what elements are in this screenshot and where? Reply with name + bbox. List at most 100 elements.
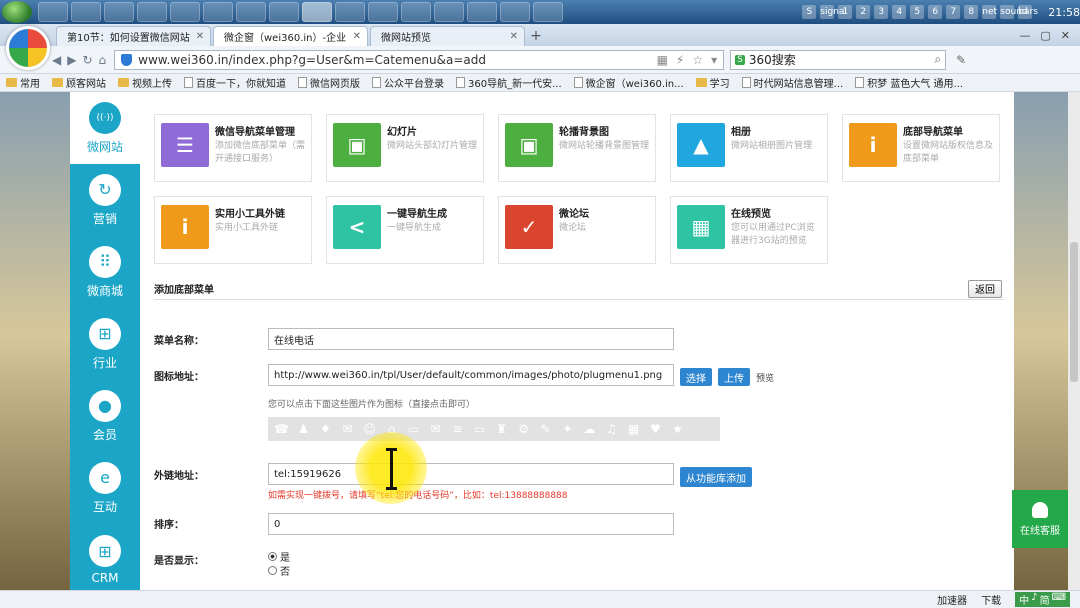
feature-card[interactable]: ▣ 轮播背景图 微网站轮播背景图管理 [498, 114, 656, 182]
bookmark-item[interactable]: 视频上传 [118, 75, 172, 90]
bookmark-item[interactable]: 百度一下，你就知道 [184, 75, 286, 90]
select-button[interactable]: 选择 [680, 368, 712, 386]
refresh-icon[interactable]: ↻ [82, 53, 92, 67]
chat-taskbar-icon[interactable] [104, 2, 134, 22]
browser-logo-icon[interactable] [6, 26, 50, 70]
ime-toolbar[interactable]: 中 ♪ 简 ⌨ [1015, 592, 1070, 607]
feature-card[interactable]: i 底部导航菜单 设置微网站版权信息及底部菜单 [842, 114, 1000, 182]
tray-net-icon[interactable]: net [982, 5, 997, 19]
ime-item[interactable]: 简 [1040, 592, 1050, 607]
sidebar-item-windows[interactable]: ⊞ 行业 [70, 308, 140, 380]
tray-2-icon[interactable]: 2 [856, 5, 871, 19]
tray-6-icon[interactable]: 6 [928, 5, 943, 19]
feature-card[interactable]: < 一键导航生成 一键导航生成 [326, 196, 484, 264]
bookmark-item[interactable]: 学习 [695, 75, 730, 90]
sort-input[interactable]: 0 [268, 513, 674, 535]
search-icon[interactable]: ⌕ [934, 52, 941, 67]
bookmark-item[interactable]: 常用 [6, 75, 40, 90]
pen-taskbar-icon[interactable] [368, 2, 398, 22]
forward-icon[interactable]: ▶ [67, 53, 76, 67]
preview-link[interactable]: 预览 [756, 371, 774, 384]
photo-taskbar-icon[interactable] [269, 2, 299, 22]
sidebar-item-wifi[interactable]: ((·)) 微网站 [70, 92, 140, 164]
back-button[interactable]: 返回 [968, 279, 1002, 298]
close-window-icon[interactable]: ✕ [1061, 29, 1070, 42]
tray-5-icon[interactable]: 5 [910, 5, 925, 19]
flag-taskbar-icon[interactable] [533, 2, 563, 22]
qr-icon[interactable]: ▦ [657, 53, 668, 67]
sidebar-item-user[interactable]: ● 会员 [70, 380, 140, 452]
browser-tab[interactable]: 微企窗（wei360.in）-企业 ✕ [213, 26, 368, 46]
home-icon[interactable]: ⌂ [99, 53, 107, 67]
tray-3-icon[interactable]: 3 [874, 5, 889, 19]
menu-icon-option[interactable]: ☁ [580, 421, 599, 437]
from-library-button[interactable]: 从功能库添加 [680, 467, 752, 487]
bookmark-item[interactable]: 微信网页版 [298, 75, 360, 90]
mail-taskbar-icon[interactable] [401, 2, 431, 22]
start-button[interactable] [2, 1, 32, 23]
menu-icon-option[interactable]: ▦ [624, 421, 643, 437]
menu-icon-option[interactable]: ✎ [536, 421, 555, 437]
menu-icon-option[interactable]: ♟ [294, 421, 313, 437]
tools-taskbar-icon[interactable] [500, 2, 530, 22]
menu-icon-option[interactable]: ▭ [404, 421, 423, 437]
media-taskbar-icon[interactable] [38, 2, 68, 22]
sidebar-item-apps[interactable]: ⊞ CRM [70, 524, 140, 590]
menu-icon-option[interactable]: ≡ [448, 421, 467, 437]
upload-button[interactable]: 上传 [718, 368, 750, 386]
download-label[interactable]: 下载 [981, 592, 1001, 607]
search-box[interactable]: S 360搜索 ⌕ [730, 49, 947, 70]
tray-S-icon[interactable]: S [802, 5, 817, 19]
online-service-button[interactable]: 在线客服 [1012, 490, 1068, 548]
folder-taskbar-icon[interactable] [467, 2, 497, 22]
menu-icon-option[interactable]: ♜ [492, 421, 511, 437]
browser-taskbar-icon[interactable] [302, 2, 332, 22]
ps-taskbar-icon[interactable] [236, 2, 266, 22]
back-icon[interactable]: ◀ [52, 53, 61, 67]
menu-icon-option[interactable]: ☎ [272, 421, 291, 437]
tab-close-icon[interactable]: ✕ [196, 31, 204, 42]
tray-signal-icon[interactable]: signal [820, 5, 847, 19]
tray-7-icon[interactable]: 7 [946, 5, 961, 19]
page-scrollbar[interactable] [1068, 92, 1080, 590]
bookmark-item[interactable]: 顾客网站 [52, 75, 106, 90]
link-url-input[interactable]: tel:15919626 [268, 463, 674, 485]
menu-icon-option[interactable]: ✦ [558, 421, 577, 437]
menu-icon-option[interactable]: ✉ [426, 421, 445, 437]
bookmark-item[interactable]: 微企窗（wei360.in... [573, 75, 684, 90]
bookmark-item[interactable]: 积梦 蓝色大气 通用... [855, 75, 963, 90]
menu-icon-option[interactable]: ✉ [338, 421, 357, 437]
menu-icon-option[interactable]: ♥ [646, 421, 665, 437]
accelerator-label[interactable]: 加速器 [937, 592, 967, 607]
feature-card[interactable]: ✓ 微论坛 微论坛 [498, 196, 656, 264]
maximize-icon[interactable]: ▢ [1040, 29, 1050, 42]
tray-1-icon[interactable]: 1 [838, 5, 853, 19]
bookmark-item[interactable]: 时代网站信息管理... [741, 75, 843, 90]
browser-tab[interactable]: 微网站预览 ✕ [370, 26, 525, 46]
tab-close-icon[interactable]: ✕ [510, 31, 518, 42]
browser-tab[interactable]: 第10节：如何设置微信网站 ✕ [56, 26, 211, 46]
tray-bars-icon[interactable]: bars [1018, 5, 1038, 19]
menu-icon-option[interactable]: ♦ [316, 421, 335, 437]
tab-close-icon[interactable]: ✕ [353, 31, 361, 42]
tray-sound-icon[interactable]: sound [1000, 5, 1028, 19]
feature-card[interactable]: ▣ 幻灯片 微网站头部幻灯片管理 [326, 114, 484, 182]
menu-icon-option[interactable]: ⚙ [514, 421, 533, 437]
app-taskbar-icon[interactable] [71, 2, 101, 22]
show-yes-radio[interactable]: 是 [268, 549, 290, 564]
menu-icon-option[interactable]: ▭ [470, 421, 489, 437]
new-tab-button[interactable]: + [525, 26, 547, 46]
bookmark-item[interactable]: 360导航_新一代安... [456, 75, 562, 90]
feature-card[interactable]: i 实用小工具外链 实用小工具外链 [154, 196, 312, 264]
tools-wrench-icon[interactable]: ✎ [956, 53, 966, 67]
scrollbar-thumb[interactable] [1070, 242, 1078, 382]
close-taskbar-icon[interactable] [203, 2, 233, 22]
url-field[interactable]: www.wei360.in/index.php?g=User&m=Catemen… [114, 49, 725, 70]
ime-item[interactable]: 中 [1019, 592, 1029, 607]
feature-card[interactable]: ▲ 相册 微网站相册图片管理 [670, 114, 828, 182]
360-taskbar-icon[interactable] [434, 2, 464, 22]
ime-item[interactable]: ♪ [1031, 592, 1037, 607]
menu-icon-option[interactable]: ♫ [602, 421, 621, 437]
bookmark-item[interactable]: 公众平台登录 [372, 75, 444, 90]
feature-card[interactable]: ☰ 微信导航菜单管理 添加微信底部菜单（需开通接口服务） [154, 114, 312, 182]
